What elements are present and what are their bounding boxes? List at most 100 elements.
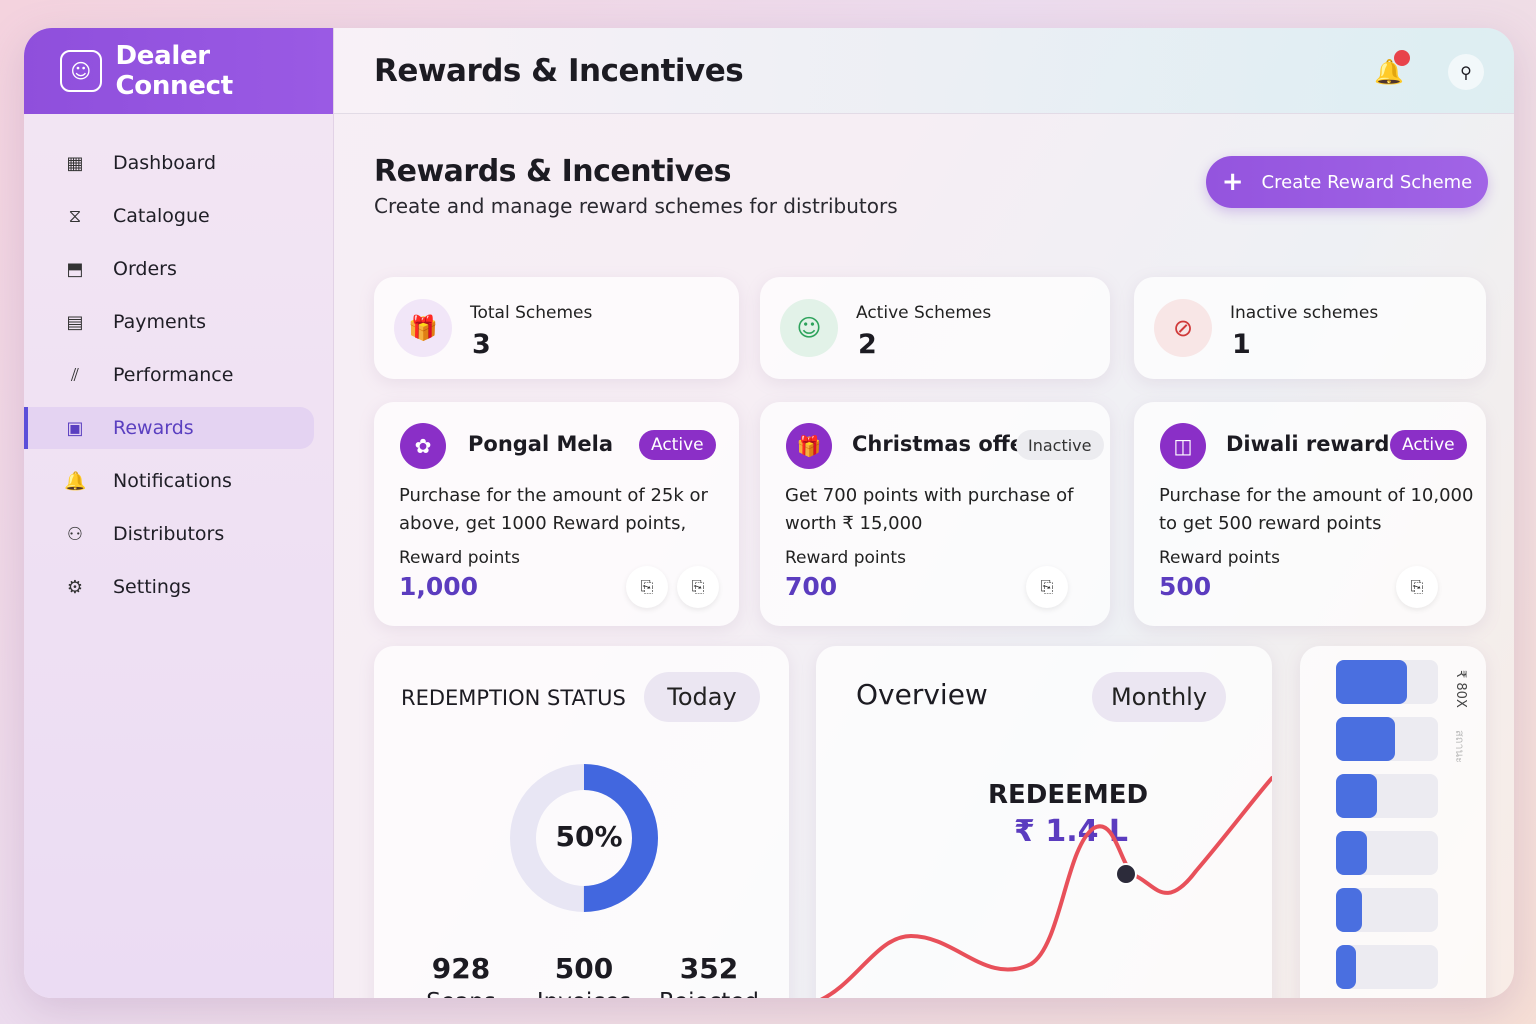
distributors-icon: ⚇ [66,523,84,545]
scheme-card-pongal[interactable]: ✿ Pongal Mela Active Purchase for the am… [374,402,739,626]
orders-icon: ⬒ [66,258,84,280]
bar-fill [1336,717,1396,761]
sidebar-item-notifications[interactable]: 🔔 Notifications [24,460,333,502]
stat-label: Invoices [519,989,649,998]
overview-panel: Overview Monthly REDEEMED ₹ 1.4 L [816,646,1272,998]
stat-label: Inactive schemes [1230,303,1379,323]
reward-icon: ✿ [400,423,446,469]
side-faded-label: สถานะ [1453,730,1466,763]
sidebar-item-label: Distributors [113,523,225,545]
bar-fill [1336,831,1367,875]
stat-label: Total Schemes [470,303,593,323]
reward-box-icon: ◫ [1160,423,1206,469]
overview-line-chart [819,776,1272,998]
scheme-description: Purchase for the amount of 10,000 to get… [1159,485,1474,534]
reward-points-value: 500 [1159,572,1212,601]
reward-points-label: Reward points [399,548,520,568]
gear-icon: ⚙ [66,576,84,598]
bell-icon: 🔔 [64,470,87,492]
bar-track [1336,660,1438,704]
reward-points-value: 1,000 [399,572,479,601]
distribution-bars-panel: ₹ 80X สถานะ [1300,646,1486,998]
stat-value: 2 [858,329,877,360]
bar-track [1336,774,1438,818]
scheme-description: Purchase for the amount of 25k or above,… [399,485,708,534]
sidebar: ☺ Dealer Connect ▦ Dashboard ⧖ Catalogue ⬒ Or… [24,28,334,998]
brand-header[interactable]: ☺ Dealer Connect [24,28,333,114]
bar-track [1336,717,1438,761]
sidebar-item-label: Settings [113,576,191,598]
gift-icon: 🎁 [786,423,832,469]
copy-icon[interactable]: ⎘ [626,566,668,608]
stat-label: Rejected [644,989,774,998]
create-button-label: Create Reward Scheme [1261,171,1473,193]
redemption-stat-rejected: 352 Rejected [644,952,774,998]
avatar[interactable]: ⚲ [1448,54,1484,90]
page-subtitle: Create and manage reward schemes for dis… [374,194,898,218]
stat-card-inactive: ⊘ Inactive schemes 1 [1134,277,1486,379]
bar-fill [1336,774,1377,818]
sidebar-item-distributors[interactable]: ⚇ Distributors [24,513,333,555]
copy-icon[interactable]: ⎘ [1026,566,1068,608]
scheme-name: Christmas offer [852,432,1035,456]
donut-percent-label: 50% [555,820,623,853]
sidebar-item-label: Dashboard [113,152,217,174]
page-title: Rewards & Incentives [374,154,731,189]
stat-value: 3 [472,329,491,360]
copy-icon[interactable]: ⎘ [1396,566,1438,608]
panel-title: REDEMPTION STATUS [401,686,626,710]
sidebar-item-performance[interactable]: ⫽ Performance [24,354,333,396]
sidebar-item-label: Payments [113,311,207,333]
sidebar-item-label: Catalogue [113,205,210,227]
overview-line [819,776,1272,998]
stat-card-total: 🎁 Total Schemes 3 [374,277,739,379]
sidebar-item-label: Orders [113,258,177,280]
stat-number: 500 [554,952,614,985]
scheme-card-christmas[interactable]: 🎁 Christmas offer Inactive Get 700 point… [760,402,1110,626]
bar-fill [1336,888,1362,932]
sidebar-item-rewards[interactable]: ▣ Rewards [24,407,314,449]
sidebar-item-label: Performance [113,364,234,386]
bar-track [1336,945,1438,989]
copy-icon[interactable]: ⎘ [677,566,719,608]
scheme-name: Pongal Mela [468,432,613,456]
status-badge: Inactive [1016,430,1104,460]
scheme-description: Get 700 points with purchase of worth ₹ … [785,485,1074,534]
stat-card-active: ☺ Active Schemes 2 [760,277,1110,379]
reward-points-value: 700 [785,572,838,601]
main-content: Rewards & Incentives Create and manage r… [374,114,1514,998]
payments-icon: ▤ [66,311,84,333]
scheme-card-diwali[interactable]: ◫ Diwali reward Active Purchase for the … [1134,402,1486,626]
plus-icon: + [1221,167,1244,197]
sidebar-nav: ▦ Dashboard ⧖ Catalogue ⬒ Orders ▤ Payments ⫽ Per… [24,142,333,608]
app-window: ☺ Dealer Connect ▦ Dashboard ⧖ Catalogue ⬒ Or… [24,28,1514,998]
catalogue-icon: ⧖ [68,205,82,227]
dashboard-icon: ▦ [66,152,84,174]
sidebar-item-orders[interactable]: ⬒ Orders [24,248,333,290]
chart-marker-point[interactable] [1115,863,1137,885]
stat-label: Active Schemes [856,303,992,323]
rewards-icon: ▣ [66,417,84,439]
stat-value: 1 [1232,329,1251,360]
scheme-name: Diwali reward [1226,432,1390,456]
redemption-stat-invoices: 500 Invoices [519,952,649,998]
create-reward-scheme-button[interactable]: + Create Reward Scheme [1206,156,1488,208]
performance-icon: ⫽ [70,364,80,386]
sidebar-item-label: Rewards [113,417,194,439]
sidebar-item-settings[interactable]: ⚙ Settings [24,566,333,608]
inactive-icon: ⊘ [1154,299,1212,357]
redemption-stat-seans: 928 Seans [396,952,526,998]
notification-badge [1394,50,1410,66]
status-badge: Active [639,430,716,460]
stat-label: Seans [396,989,526,998]
header-title: Rewards & Incentives [374,52,744,89]
sidebar-item-catalogue[interactable]: ⧖ Catalogue [24,195,333,237]
brand-name: Dealer Connect [115,41,234,101]
period-dropdown[interactable]: Today [644,672,760,722]
sidebar-item-payments[interactable]: ▤ Payments [24,301,333,343]
redemption-status-panel: REDEMPTION STATUS Today 50% 928 Seans 50… [374,646,789,998]
side-label: ₹ 80X [1453,670,1468,708]
reward-points-label: Reward points [785,548,906,568]
sidebar-item-dashboard[interactable]: ▦ Dashboard [24,142,333,184]
sidebar-item-label: Notifications [113,470,232,492]
